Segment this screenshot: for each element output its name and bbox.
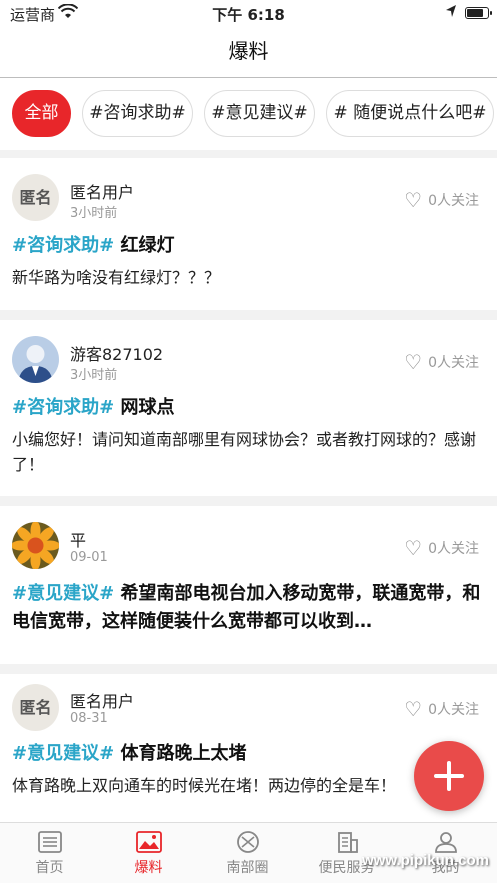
avatar	[12, 336, 59, 383]
home-icon	[37, 831, 62, 853]
post-title-text: 网球点	[114, 397, 175, 418]
post-username: 匿名用户	[70, 183, 135, 202]
post-title-text: 红绿灯	[114, 235, 175, 256]
filter-chip-all[interactable]: 全部	[12, 90, 71, 137]
post-card[interactable]: 平 09-01 ♡ 0人关注 #意见建议# 希望南部电视台加入移动宽带，联通宽带，…	[0, 506, 497, 664]
heart-plus-icon: ♡	[404, 188, 423, 212]
post-username: 游客827102	[70, 345, 164, 364]
heart-plus-icon: ♡	[404, 697, 423, 721]
follow-button[interactable]: ♡ 0人关注	[404, 350, 479, 374]
tab-label: 南部圈	[226, 860, 269, 876]
post-card[interactable]: 匿名 匿名用户 3小时前 ♡ 0人关注 #咨询求助# 红绿灯 新华路为啥没有红绿灯…	[0, 158, 497, 310]
follow-count: 0人关注	[428, 702, 479, 718]
add-post-button[interactable]	[414, 741, 484, 811]
guest-avatar-icon	[12, 336, 59, 383]
post-card[interactable]: 匿名 匿名用户 08-31 ♡ 0人关注 #意见建议# 体育路晚上太堵 体育路晚上…	[0, 674, 497, 824]
page-title: 爆料	[228, 39, 269, 63]
post-body: 小编您好！请问知道南部哪里有网球协会？或者教打网球的？感谢了！	[12, 430, 477, 474]
status-bar: 运营商 下午 6:18	[0, 0, 497, 26]
watermark: www.pipikun.com	[362, 852, 489, 869]
follow-count: 0人关注	[428, 193, 479, 209]
circle-icon	[236, 831, 259, 853]
post-time: 3小时前	[70, 206, 118, 221]
location-arrow-icon	[445, 4, 457, 22]
avatar	[12, 522, 59, 569]
building-icon	[337, 832, 358, 853]
filter-chip-consult[interactable]: #咨询求助#	[82, 90, 193, 137]
post-tag[interactable]: #咨询求助#	[12, 235, 114, 256]
post-title: #咨询求助# 网球点	[12, 394, 485, 422]
status-time: 下午 6:18	[212, 6, 285, 24]
battery-icon	[465, 7, 492, 19]
post-card[interactable]: 游客827102 3小时前 ♡ 0人关注 #咨询求助# 网球点 小编您好！请问知道…	[0, 320, 497, 496]
heart-plus-icon: ♡	[404, 536, 423, 560]
post-body: 新华路为啥没有红绿灯？？？	[12, 268, 221, 287]
filter-chip-chat[interactable]: # 随便说点什么吧#	[326, 90, 494, 137]
follow-count: 0人关注	[428, 355, 479, 371]
avatar: 匿名	[12, 174, 59, 221]
follow-count: 0人关注	[428, 541, 479, 557]
follow-button[interactable]: ♡ 0人关注	[404, 188, 479, 212]
user-icon	[434, 832, 457, 853]
tab-home[interactable]: 首页	[0, 823, 99, 883]
flower-avatar-icon	[12, 522, 59, 569]
post-tag[interactable]: #意见建议#	[12, 743, 114, 764]
follow-button[interactable]: ♡ 0人关注	[404, 697, 479, 721]
avatar: 匿名	[12, 684, 59, 731]
post-title: #咨询求助# 红绿灯	[12, 232, 485, 260]
filter-bar: 全部 #咨询求助# #意见建议# # 随便说点什么吧#	[0, 78, 497, 150]
follow-button[interactable]: ♡ 0人关注	[404, 536, 479, 560]
post-body: 体育路晚上双向通车的时候光在堵！两边停的全是车！	[12, 776, 397, 795]
tab-label: 首页	[35, 860, 64, 876]
post-tag[interactable]: #意见建议#	[12, 583, 114, 604]
tab-baoliao[interactable]: 爆料	[99, 823, 198, 883]
image-icon	[135, 831, 162, 853]
post-title: #意见建议# 希望南部电视台加入移动宽带，联通宽带，和电信宽带，这样随便装什么宽…	[12, 580, 485, 636]
filter-chip-suggestion[interactable]: #意见建议#	[204, 90, 315, 137]
post-username: 平	[70, 531, 87, 550]
nav-bar: 爆料	[0, 26, 497, 78]
post-time: 3小时前	[70, 368, 118, 383]
tab-nanbuquan[interactable]: 南部圈	[198, 823, 297, 883]
post-time: 08-31	[70, 711, 108, 726]
post-tag[interactable]: #咨询求助#	[12, 397, 114, 418]
post-title-text: 体育路晚上太堵	[114, 743, 247, 764]
heart-plus-icon: ♡	[404, 350, 423, 374]
post-username: 匿名用户	[70, 692, 135, 711]
tab-label: 爆料	[134, 860, 163, 876]
post-title: #意见建议# 体育路晚上太堵	[12, 740, 485, 768]
post-time: 09-01	[70, 550, 108, 565]
